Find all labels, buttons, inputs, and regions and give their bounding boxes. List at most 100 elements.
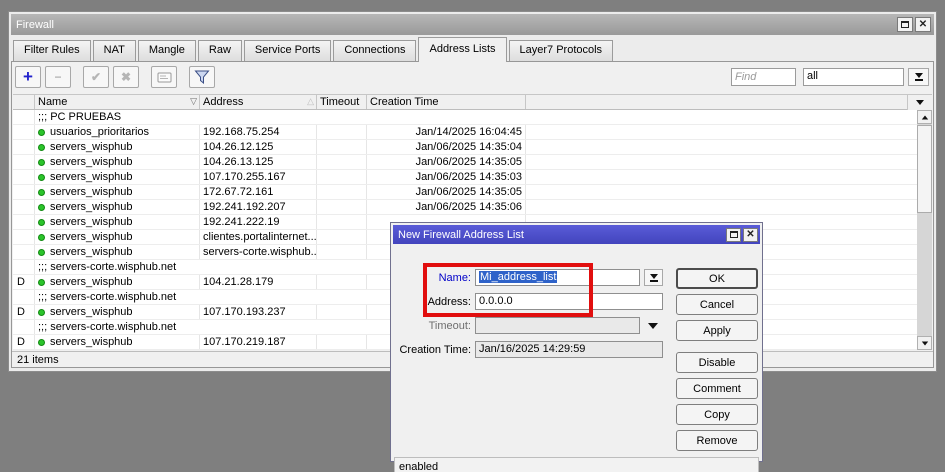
tab-connections[interactable]: Connections	[333, 40, 416, 61]
name-input[interactable]: Mi_address_list	[475, 269, 640, 286]
list-filter-select[interactable]: all	[803, 68, 904, 86]
flag-cell: D	[13, 335, 35, 349]
apply-button[interactable]: Apply	[676, 320, 758, 341]
address-value: 0.0.0.0	[479, 295, 513, 307]
entry-name: servers_wisphub	[50, 216, 133, 228]
tab-service-ports[interactable]: Service Ports	[244, 40, 331, 61]
address-cell: clientes.portalinternet....	[200, 230, 317, 244]
address-label: Address:	[393, 296, 471, 308]
entry-name: servers_wisphub	[50, 246, 133, 258]
vertical-scrollbar[interactable]	[917, 110, 932, 350]
copy-button[interactable]: Copy	[676, 404, 758, 425]
x-icon: ✖	[121, 70, 131, 84]
tab-filter-rules[interactable]: Filter Rules	[13, 40, 91, 61]
scroll-up-button[interactable]	[917, 110, 932, 124]
filler-cell	[526, 200, 932, 214]
enabled-dot-icon	[38, 144, 45, 151]
dialog-close-button[interactable]: ✕	[743, 228, 758, 242]
name-value-selected: Mi_address_list	[479, 271, 557, 283]
check-icon: ✔	[91, 70, 101, 84]
dialog-status-bar: enabled	[394, 457, 759, 472]
creation-time-cell: Jan/06/2025 14:35:06	[367, 200, 526, 214]
timeout-dropdown-arrow-icon[interactable]	[648, 323, 658, 329]
timeout-cell	[317, 170, 367, 184]
name-cell: servers_wisphub	[35, 230, 200, 244]
table-row[interactable]: usuarios_prioritarios192.168.75.254Jan/1…	[13, 125, 932, 140]
timeout-input[interactable]	[475, 317, 640, 334]
name-cell: servers_wisphub	[35, 335, 200, 349]
creation-time-cell: Jan/06/2025 14:35:05	[367, 185, 526, 199]
table-row[interactable]: servers_wisphub104.26.12.125Jan/06/2025 …	[13, 140, 932, 155]
plus-icon: +	[23, 70, 33, 84]
enabled-dot-icon	[38, 174, 45, 181]
creation-time-field: Jan/16/2025 14:29:59	[475, 341, 663, 358]
comment-button[interactable]	[151, 66, 177, 88]
header-name[interactable]: Name ▽	[35, 95, 200, 109]
enable-button[interactable]: ✔	[83, 66, 109, 88]
address-cell: 104.26.13.125	[200, 155, 317, 169]
comment-button[interactable]: Comment	[676, 378, 758, 399]
flag-cell	[13, 140, 35, 154]
header-address[interactable]: Address △	[200, 95, 317, 109]
disable-button[interactable]: Disable	[676, 352, 758, 373]
filter-button[interactable]	[189, 66, 215, 88]
dropdown-load-icon	[915, 73, 923, 81]
add-button[interactable]: +	[15, 66, 41, 88]
entry-name: servers_wisphub	[50, 201, 133, 213]
list-filter-dropdown-button[interactable]	[908, 68, 929, 86]
tab-raw[interactable]: Raw	[198, 40, 242, 61]
flag-cell: D	[13, 275, 35, 289]
tab-mangle[interactable]: Mangle	[138, 40, 196, 61]
table-row[interactable]: servers_wisphub192.241.192.207Jan/06/202…	[13, 200, 932, 215]
table-row[interactable]: servers_wisphub172.67.72.161Jan/06/2025 …	[13, 185, 932, 200]
remove-button[interactable]: −	[45, 66, 71, 88]
address-cell: 107.170.193.237	[200, 305, 317, 319]
timeout-cell	[317, 125, 367, 139]
items-count: 21 items	[17, 354, 59, 366]
cancel-button[interactable]: Cancel	[676, 294, 758, 315]
timeout-cell	[317, 155, 367, 169]
table-row[interactable]: servers_wisphub104.26.13.125Jan/06/2025 …	[13, 155, 932, 170]
window-titlebar[interactable]: Firewall ✕	[11, 14, 934, 35]
creation-time-cell: Jan/06/2025 14:35:05	[367, 155, 526, 169]
enabled-dot-icon	[38, 339, 45, 346]
arrow-down-icon	[921, 341, 927, 345]
entry-name: servers_wisphub	[50, 336, 133, 348]
dialog-maximize-button[interactable]	[726, 228, 741, 242]
desktop: Firewall ✕ Filter Rules NAT Mangle Raw S…	[0, 0, 945, 472]
address-cell: 107.170.219.187	[200, 335, 317, 349]
flag-cell	[13, 170, 35, 184]
close-button[interactable]: ✕	[915, 17, 931, 32]
flag-cell	[13, 110, 35, 124]
comment-row[interactable]: ;;; PC PRUEBAS	[13, 110, 932, 125]
chevron-down-icon	[916, 100, 924, 105]
tab-layer7-protocols[interactable]: Layer7 Protocols	[509, 40, 614, 61]
find-input[interactable]	[731, 68, 796, 86]
address-cell: servers-corte.wisphub....	[200, 245, 317, 259]
header-creation-time[interactable]: Creation Time	[367, 95, 526, 109]
maximize-button[interactable]	[897, 17, 913, 32]
remove-button[interactable]: Remove	[676, 430, 758, 451]
scroll-down-button[interactable]	[917, 336, 932, 350]
disable-button[interactable]: ✖	[113, 66, 139, 88]
tab-address-lists[interactable]: Address Lists	[418, 37, 506, 62]
address-input[interactable]: 0.0.0.0	[475, 293, 663, 310]
name-dropdown-button[interactable]	[644, 269, 663, 286]
minus-icon: −	[54, 70, 61, 84]
window-title: Firewall	[16, 19, 897, 31]
scrollbar-thumb[interactable]	[917, 125, 932, 213]
flag-cell: D	[13, 305, 35, 319]
column-select-button[interactable]	[907, 95, 932, 110]
header-timeout[interactable]: Timeout	[317, 95, 367, 109]
ok-button[interactable]: OK	[676, 268, 758, 289]
filler-cell	[526, 140, 932, 154]
timeout-cell	[317, 230, 367, 244]
tab-nat[interactable]: NAT	[93, 40, 136, 61]
header-flags[interactable]	[13, 95, 35, 109]
filler-cell	[526, 185, 932, 199]
entry-name: servers_wisphub	[50, 186, 133, 198]
name-cell: servers_wisphub	[35, 275, 200, 289]
timeout-cell	[317, 140, 367, 154]
dialog-titlebar[interactable]: New Firewall Address List ✕	[393, 225, 760, 244]
table-row[interactable]: servers_wisphub107.170.255.167Jan/06/202…	[13, 170, 932, 185]
